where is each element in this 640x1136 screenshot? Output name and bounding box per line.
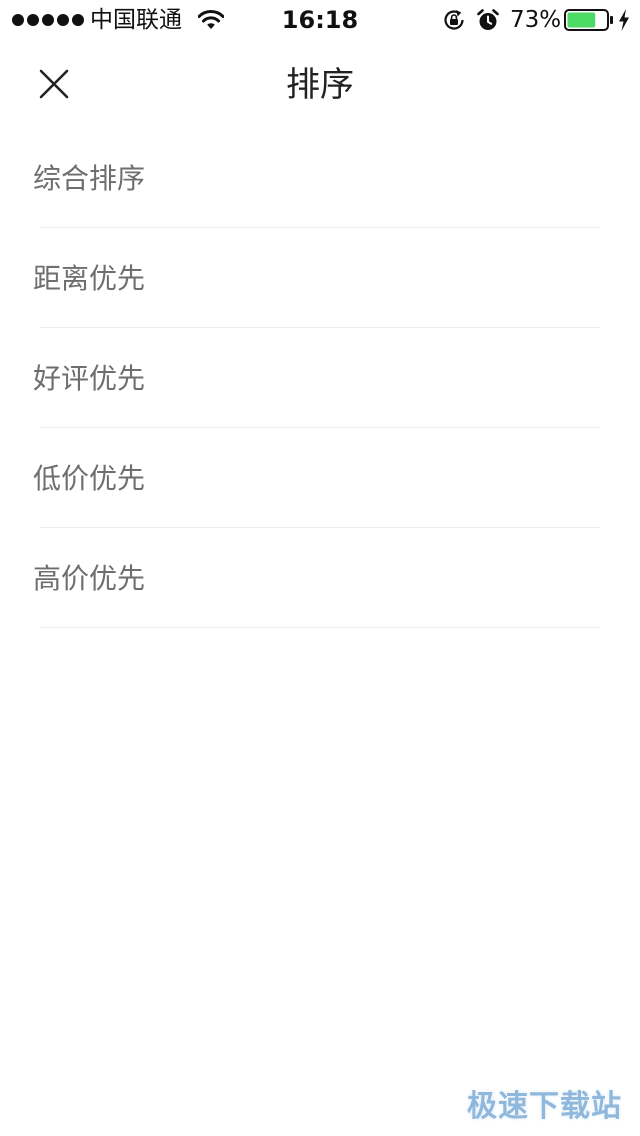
nav-bar: 排序 xyxy=(0,40,640,128)
alarm-icon xyxy=(477,9,499,30)
status-bar: 中国联通 16:18 73% xyxy=(0,0,640,40)
battery-icon xyxy=(564,9,613,31)
charging-icon xyxy=(619,9,629,31)
watermark: 极速下载站 xyxy=(467,1089,622,1124)
sort-options-list: 综合排序 距离优先 好评优先 低价优先 高价优先 xyxy=(0,128,640,628)
sort-option-label: 低价优先 xyxy=(33,462,146,495)
page-title: 排序 xyxy=(286,65,354,105)
sort-option-label: 好评优先 xyxy=(33,362,146,395)
sort-option-label: 综合排序 xyxy=(33,162,146,195)
rotation-lock-icon xyxy=(444,10,464,30)
sort-option-label: 距离优先 xyxy=(33,262,146,295)
sort-option-low-price[interactable]: 低价优先 xyxy=(0,428,640,528)
sort-option-comprehensive[interactable]: 综合排序 xyxy=(0,128,640,228)
sort-option-high-price[interactable]: 高价优先 xyxy=(0,528,640,628)
sort-option-distance[interactable]: 距离优先 xyxy=(0,228,640,328)
sort-option-label: 高价优先 xyxy=(33,562,146,595)
divider xyxy=(40,627,600,628)
battery-percentage: 73% xyxy=(510,7,562,33)
sort-option-rating[interactable]: 好评优先 xyxy=(0,328,640,428)
